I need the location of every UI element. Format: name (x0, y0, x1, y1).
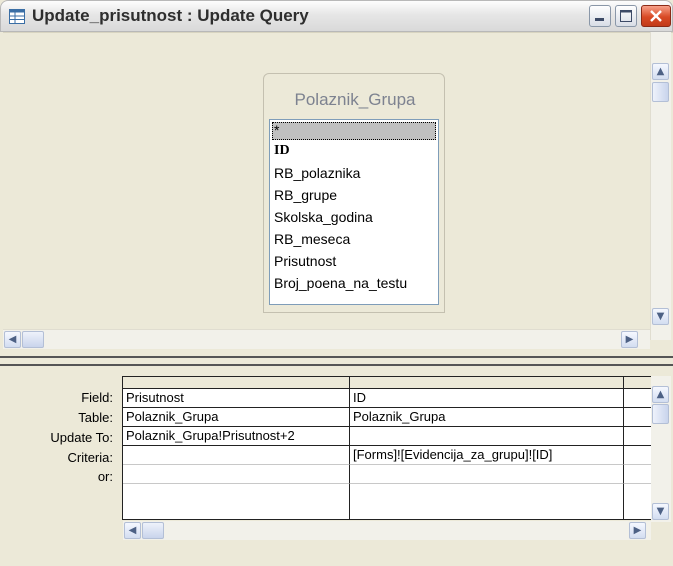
row-label-update-to: Update To: (50, 430, 113, 445)
maximize-icon (620, 10, 632, 22)
close-icon (650, 10, 662, 22)
chevron-down-icon: ▼ (656, 506, 665, 517)
field-item[interactable]: * (272, 122, 436, 140)
query-icon (9, 9, 25, 24)
chevron-right-icon: ▶ (625, 334, 634, 345)
close-button[interactable] (641, 5, 671, 27)
grid-cell-field[interactable] (624, 389, 652, 408)
column-selector[interactable] (123, 377, 350, 389)
chevron-right-icon: ▶ (633, 525, 642, 536)
chevron-up-icon: ▲ (656, 66, 665, 77)
grid-cell-table[interactable] (624, 408, 652, 427)
grid-cell-empty[interactable] (350, 484, 624, 520)
grid-cell-or[interactable] (624, 465, 652, 484)
grid-cell-criteria[interactable]: [Forms]![Evidencija_za_grupu]![ID] (350, 446, 624, 465)
scroll-left-button[interactable]: ◀ (4, 331, 21, 348)
field-item[interactable]: RB_grupe (274, 187, 337, 205)
table-field-list[interactable]: Polaznik_Grupa * ID RB_polaznika RB_grup… (263, 73, 445, 313)
scroll-thumb[interactable] (142, 522, 164, 539)
column-selector[interactable] (624, 377, 652, 389)
title-bar[interactable]: Update_prisutnost : Update Query (0, 0, 673, 32)
scroll-thumb[interactable] (652, 82, 669, 102)
grid-cell-update-to[interactable]: Polaznik_Grupa!Prisutnost+2 (123, 427, 350, 446)
row-label-criteria: Criteria: (67, 450, 113, 465)
field-item[interactable]: Broj_poena_na_testu (274, 275, 407, 293)
field-item[interactable]: Prisutnost (274, 253, 336, 271)
scroll-up-button[interactable]: ▲ (652, 63, 669, 80)
field-item[interactable]: RB_polaznika (274, 165, 360, 183)
field-list-body[interactable]: * ID RB_polaznika RB_grupe Skolska_godin… (269, 119, 439, 305)
chevron-left-icon: ◀ (128, 525, 137, 536)
scroll-down-button[interactable]: ▼ (652, 308, 669, 325)
grid-horizontal-scrollbar[interactable]: ◀ ▶ (123, 521, 651, 540)
scroll-up-button[interactable]: ▲ (652, 386, 669, 403)
grid-cell-update-to[interactable] (624, 427, 652, 446)
scroll-thumb[interactable] (22, 331, 44, 348)
grid-cell-or[interactable] (350, 465, 624, 484)
field-item[interactable]: RB_meseca (274, 231, 350, 249)
scroll-thumb[interactable] (652, 404, 669, 424)
grid-cell-criteria[interactable] (624, 446, 652, 465)
row-label-or: or: (97, 469, 113, 484)
minimize-icon (595, 18, 604, 21)
field-item[interactable]: Skolska_godina (274, 209, 373, 227)
maximize-button[interactable] (615, 5, 637, 27)
scroll-right-button[interactable]: ▶ (629, 522, 646, 539)
chevron-up-icon: ▲ (656, 389, 665, 400)
grid-cell-or[interactable] (123, 465, 350, 484)
upper-horizontal-scrollbar[interactable]: ◀ ▶ (3, 329, 650, 349)
query-design-grid: Prisutnost Polaznik_Grupa Polaznik_Grupa… (122, 376, 652, 520)
field-item-key[interactable]: ID (274, 143, 290, 161)
scroll-down-button[interactable]: ▼ (652, 503, 669, 520)
row-label-table: Table: (78, 410, 113, 425)
row-label-field: Field: (81, 390, 113, 405)
grid-cell-table[interactable]: Polaznik_Grupa (350, 408, 624, 427)
window-title: Update_prisutnost : Update Query (32, 6, 309, 25)
minimize-button[interactable] (589, 5, 611, 27)
grid-cell-field[interactable]: ID (350, 389, 624, 408)
upper-vertical-scrollbar[interactable]: ▲ ▼ (650, 32, 671, 340)
grid-cell-table[interactable]: Polaznik_Grupa (123, 408, 350, 427)
column-selector[interactable] (350, 377, 624, 389)
pane-splitter[interactable] (0, 356, 673, 366)
grid-vertical-scrollbar[interactable]: ▲ ▼ (651, 376, 671, 522)
chevron-left-icon: ◀ (8, 334, 17, 345)
grid-cell-empty[interactable] (123, 484, 350, 520)
grid-cell-field[interactable]: Prisutnost (123, 389, 350, 408)
field-list-title: Polaznik_Grupa (294, 90, 416, 109)
scroll-right-button[interactable]: ▶ (621, 331, 638, 348)
grid-cell-update-to[interactable] (350, 427, 624, 446)
query-window: Update_prisutnost : Update Query Polazni… (0, 0, 673, 566)
chevron-down-icon: ▼ (656, 311, 665, 322)
scroll-left-button[interactable]: ◀ (124, 522, 141, 539)
grid-cell-criteria[interactable] (123, 446, 350, 465)
